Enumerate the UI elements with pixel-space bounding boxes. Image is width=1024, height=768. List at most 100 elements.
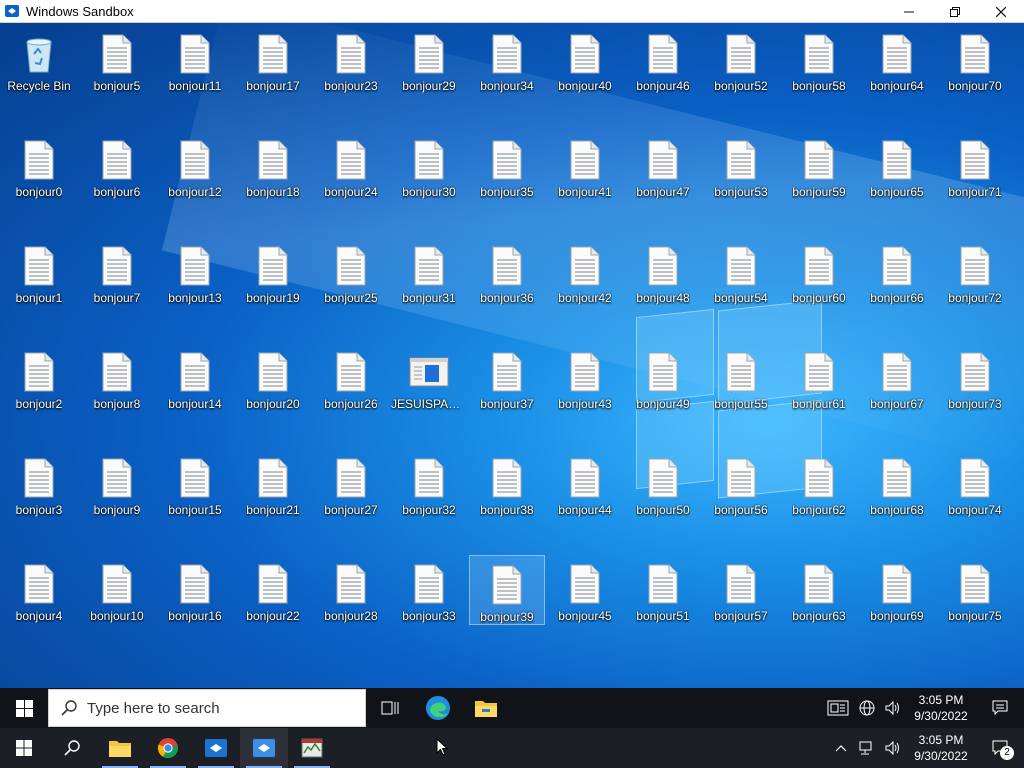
desktop-file-icon[interactable]: bonjour1 bbox=[1, 237, 77, 307]
desktop-file-icon[interactable]: bonjour72 bbox=[937, 237, 1013, 307]
desktop-file-icon[interactable]: bonjour5 bbox=[79, 25, 155, 95]
desktop-file-icon[interactable]: bonjour70 bbox=[937, 25, 1013, 95]
desktop-file-icon[interactable]: bonjour68 bbox=[859, 449, 935, 519]
desktop-file-icon[interactable]: bonjour66 bbox=[859, 237, 935, 307]
desktop-file-icon[interactable]: bonjour48 bbox=[625, 237, 701, 307]
desktop-file-icon[interactable]: bonjour14 bbox=[157, 343, 233, 413]
desktop-file-icon[interactable]: bonjour74 bbox=[937, 449, 1013, 519]
taskbar-search-box[interactable]: Type here to search bbox=[48, 689, 366, 727]
desktop-file-icon[interactable]: bonjour13 bbox=[157, 237, 233, 307]
host-search-button[interactable] bbox=[48, 728, 96, 768]
sandbox-desktop[interactable]: Recycle Bin bonjour0 bonjour1 bonjour2 bonj… bbox=[0, 23, 1024, 688]
desktop-file-icon[interactable]: bonjour54 bbox=[703, 237, 779, 307]
action-center-button[interactable] bbox=[976, 688, 1024, 728]
desktop-file-icon[interactable]: bonjour35 bbox=[469, 131, 545, 201]
desktop-file-icon[interactable]: bonjour4 bbox=[1, 555, 77, 625]
edge-taskbar-button[interactable] bbox=[414, 688, 462, 728]
desktop-file-icon[interactable]: bonjour52 bbox=[703, 25, 779, 95]
task-view-button[interactable] bbox=[366, 688, 414, 728]
desktop-file-icon[interactable]: bonjour11 bbox=[157, 25, 233, 95]
desktop-file-icon[interactable]: bonjour75 bbox=[937, 555, 1013, 625]
desktop-file-icon[interactable]: bonjour3 bbox=[1, 449, 77, 519]
volume-tray-button[interactable] bbox=[881, 688, 905, 728]
desktop-file-icon[interactable]: bonjour24 bbox=[313, 131, 389, 201]
desktop-file-icon[interactable]: bonjour60 bbox=[781, 237, 857, 307]
desktop-file-icon[interactable]: bonjour22 bbox=[235, 555, 311, 625]
desktop-file-icon[interactable]: bonjour0 bbox=[1, 131, 77, 201]
restore-button[interactable] bbox=[932, 0, 978, 23]
desktop-file-icon[interactable]: bonjour41 bbox=[547, 131, 623, 201]
desktop-file-icon[interactable]: bonjour73 bbox=[937, 343, 1013, 413]
desktop-file-icon[interactable]: bonjour50 bbox=[625, 449, 701, 519]
desktop-file-icon[interactable]: bonjour19 bbox=[235, 237, 311, 307]
desktop-file-icon[interactable]: bonjour33 bbox=[391, 555, 467, 625]
host-start-button[interactable] bbox=[0, 728, 48, 768]
desktop-file-icon[interactable]: bonjour23 bbox=[313, 25, 389, 95]
desktop-file-icon[interactable]: bonjour43 bbox=[547, 343, 623, 413]
desktop-file-icon[interactable]: bonjour59 bbox=[781, 131, 857, 201]
desktop-file-icon[interactable]: bonjour40 bbox=[547, 25, 623, 95]
desktop-file-icon[interactable]: bonjour42 bbox=[547, 237, 623, 307]
close-button[interactable] bbox=[978, 0, 1024, 23]
host-file-explorer-button[interactable] bbox=[96, 728, 144, 768]
desktop-file-icon[interactable]: bonjour56 bbox=[703, 449, 779, 519]
desktop-file-icon[interactable]: bonjour9 bbox=[79, 449, 155, 519]
desktop-file-icon[interactable]: bonjour55 bbox=[703, 343, 779, 413]
desktop-file-icon[interactable]: bonjour29 bbox=[391, 25, 467, 95]
desktop-file-icon[interactable]: bonjour38 bbox=[469, 449, 545, 519]
window-titlebar[interactable]: Windows Sandbox bbox=[0, 0, 1024, 23]
host-action-center-button[interactable]: 2 bbox=[976, 728, 1024, 768]
news-widget-icon[interactable] bbox=[823, 688, 853, 728]
desktop-file-icon[interactable]: bonjour6 bbox=[79, 131, 155, 201]
desktop-file-icon[interactable]: bonjour10 bbox=[79, 555, 155, 625]
desktop-file-icon[interactable]: bonjour25 bbox=[313, 237, 389, 307]
taskbar-clock[interactable]: 3:05 PM 9/30/2022 bbox=[906, 692, 976, 724]
desktop-file-icon[interactable]: bonjour44 bbox=[547, 449, 623, 519]
desktop-file-icon[interactable]: bonjour2 bbox=[1, 343, 77, 413]
host-taskbar-clock[interactable]: 3:05 PM 9/30/2022 bbox=[906, 732, 976, 764]
host-volume-button[interactable] bbox=[881, 728, 905, 768]
desktop-file-icon[interactable]: bonjour16 bbox=[157, 555, 233, 625]
desktop-file-icon[interactable]: bonjour20 bbox=[235, 343, 311, 413]
desktop-file-icon[interactable]: bonjour65 bbox=[859, 131, 935, 201]
desktop-file-icon[interactable]: bonjour18 bbox=[235, 131, 311, 201]
desktop-file-icon[interactable]: bonjour62 bbox=[781, 449, 857, 519]
desktop-file-icon[interactable]: bonjour37 bbox=[469, 343, 545, 413]
host-sandbox-button[interactable] bbox=[192, 728, 240, 768]
desktop-file-icon[interactable]: bonjour7 bbox=[79, 237, 155, 307]
start-button[interactable] bbox=[0, 688, 48, 728]
desktop-file-icon[interactable]: bonjour51 bbox=[625, 555, 701, 625]
desktop-file-icon[interactable]: bonjour61 bbox=[781, 343, 857, 413]
desktop-file-icon[interactable]: bonjour39 bbox=[469, 555, 545, 625]
desktop-file-icon[interactable]: bonjour8 bbox=[79, 343, 155, 413]
desktop-file-icon[interactable]: bonjour45 bbox=[547, 555, 623, 625]
desktop-file-icon[interactable]: bonjour46 bbox=[625, 25, 701, 95]
desktop-file-icon[interactable]: bonjour47 bbox=[625, 131, 701, 201]
desktop-file-icon[interactable]: bonjour30 bbox=[391, 131, 467, 201]
desktop-file-icon[interactable]: JESUISPASU... bbox=[391, 343, 467, 413]
desktop-file-icon[interactable]: bonjour21 bbox=[235, 449, 311, 519]
desktop-file-icon[interactable]: bonjour28 bbox=[313, 555, 389, 625]
host-network-button[interactable] bbox=[855, 728, 879, 768]
desktop-file-icon[interactable]: bonjour58 bbox=[781, 25, 857, 95]
host-sandbox-window-button[interactable] bbox=[240, 728, 288, 768]
desktop-file-icon[interactable]: bonjour69 bbox=[859, 555, 935, 625]
desktop-file-icon[interactable]: bonjour32 bbox=[391, 449, 467, 519]
desktop-file-icon[interactable]: bonjour71 bbox=[937, 131, 1013, 201]
desktop-file-icon[interactable]: bonjour31 bbox=[391, 237, 467, 307]
desktop-file-icon[interactable]: bonjour15 bbox=[157, 449, 233, 519]
desktop-file-icon[interactable]: bonjour27 bbox=[313, 449, 389, 519]
desktop-file-icon[interactable]: bonjour64 bbox=[859, 25, 935, 95]
minimize-button[interactable] bbox=[886, 0, 932, 23]
desktop-file-icon[interactable]: bonjour17 bbox=[235, 25, 311, 95]
desktop-file-icon[interactable]: bonjour53 bbox=[703, 131, 779, 201]
desktop-file-icon[interactable]: bonjour12 bbox=[157, 131, 233, 201]
network-tray-button[interactable] bbox=[855, 688, 879, 728]
recycle-bin[interactable]: Recycle Bin bbox=[1, 25, 77, 95]
desktop-file-icon[interactable]: bonjour63 bbox=[781, 555, 857, 625]
desktop-file-icon[interactable]: bonjour34 bbox=[469, 25, 545, 95]
desktop-file-icon[interactable]: bonjour49 bbox=[625, 343, 701, 413]
host-task-manager-button[interactable] bbox=[288, 728, 336, 768]
file-explorer-taskbar-button[interactable] bbox=[462, 688, 510, 728]
desktop-file-icon[interactable]: bonjour57 bbox=[703, 555, 779, 625]
